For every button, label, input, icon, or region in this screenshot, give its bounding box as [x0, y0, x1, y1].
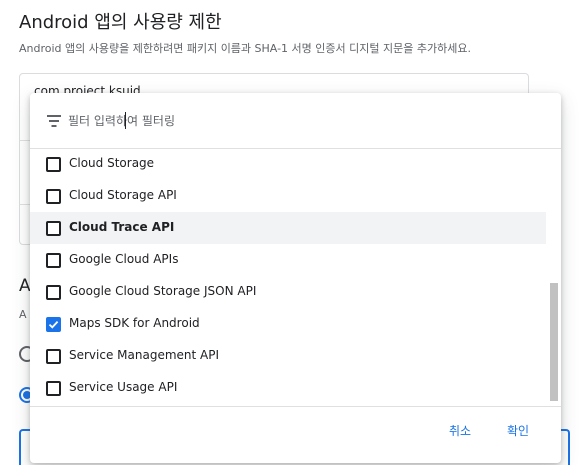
confirm-button[interactable]: 확인: [501, 419, 535, 443]
scrollbar[interactable]: [548, 149, 559, 405]
list-item-label: Cloud Trace API: [69, 220, 175, 234]
scrollbar-thumb[interactable]: [550, 283, 558, 401]
filter-input[interactable]: [68, 110, 368, 132]
list-item[interactable]: Maps SDK for Android: [30, 308, 546, 340]
list-item[interactable]: Cloud Trace API: [30, 212, 546, 244]
list-item[interactable]: Service Management API: [30, 340, 546, 372]
footer-divider: [30, 406, 561, 407]
checkbox[interactable]: [46, 285, 61, 300]
page-title: Android 앱의 사용량 제한: [19, 12, 222, 33]
api-restrictions-heading: A: [19, 276, 31, 296]
checkbox[interactable]: [46, 221, 61, 236]
checkbox-checked[interactable]: [46, 317, 61, 332]
list-item-label: Service Usage API: [69, 380, 178, 394]
api-list: Cloud Storage Cloud Storage API Cloud Tr…: [30, 149, 546, 405]
text-caret: [125, 112, 126, 129]
checkbox[interactable]: [46, 253, 61, 268]
list-item-label: Google Cloud APIs: [69, 252, 179, 266]
list-item-label: Maps SDK for Android: [69, 316, 200, 330]
list-item[interactable]: Cloud Storage API: [30, 180, 546, 212]
list-item-label: Google Cloud Storage JSON API: [69, 284, 257, 298]
list-item[interactable]: Cloud Storage: [30, 149, 546, 180]
api-select-dropdown: Cloud Storage Cloud Storage API Cloud Tr…: [30, 93, 561, 463]
checkbox[interactable]: [46, 349, 61, 364]
list-item[interactable]: Google Cloud APIs: [30, 244, 546, 276]
filter-list-icon: [46, 115, 62, 127]
list-item[interactable]: Google Cloud Storage JSON API: [30, 276, 546, 308]
api-restriction-page: Android 앱의 사용량 제한 Android 앱의 사용량을 제한하려면 …: [0, 0, 579, 465]
list-item-label: Service Management API: [69, 348, 220, 362]
list-item-label: Cloud Storage API: [69, 188, 177, 202]
api-restrictions-sub: A: [19, 308, 27, 321]
list-item[interactable]: Service Usage API: [30, 372, 546, 404]
checkmark-icon: [48, 320, 59, 329]
list-item-label: Cloud Storage: [69, 156, 155, 170]
cancel-button[interactable]: 취소: [443, 419, 477, 443]
checkbox[interactable]: [46, 381, 61, 396]
checkbox[interactable]: [46, 157, 61, 172]
checkbox[interactable]: [46, 189, 61, 204]
page-description: Android 앱의 사용량을 제한하려면 패키지 이름과 SHA-1 서명 인…: [19, 42, 471, 55]
filter-bar: [30, 93, 561, 149]
